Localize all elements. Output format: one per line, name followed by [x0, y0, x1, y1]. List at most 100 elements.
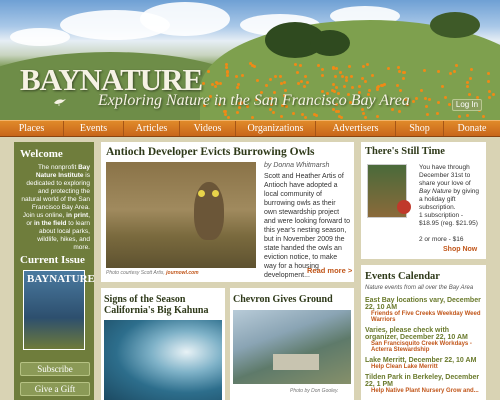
- nav-organizations[interactable]: Organizations: [236, 121, 316, 136]
- wave-photo[interactable]: [104, 320, 222, 400]
- nav-places[interactable]: Places: [0, 121, 64, 136]
- refinery-photo[interactable]: [233, 310, 351, 384]
- price-two: 2 or more - $16: [419, 236, 464, 243]
- tagline: Exploring Nature in the San Francisco Ba…: [98, 92, 410, 109]
- event-link[interactable]: San Francisquito Creek Workdays - Acterr…: [365, 341, 483, 353]
- poppy-flower: [387, 66, 391, 70]
- welcome-text: The nonprofit Bay Nature Institute is de…: [20, 164, 90, 252]
- poppy-flower: [362, 64, 366, 68]
- cloud: [10, 28, 70, 46]
- events-list: East Bay locations vary, December 22, 10…: [365, 297, 483, 398]
- nav-donate[interactable]: Donate: [444, 121, 500, 136]
- event-link[interactable]: Help Clean Lake Merritt: [365, 364, 483, 370]
- tree: [310, 30, 350, 56]
- login-button[interactable]: Log In: [452, 99, 482, 111]
- poppy-flower: [344, 78, 348, 82]
- welcome-title: Welcome: [20, 148, 63, 160]
- event-heading: Varies, please check with organizer, Dec…: [365, 327, 468, 341]
- event-heading: East Bay locations vary, December 22, 10…: [365, 297, 481, 311]
- list-item: Lake Merritt, December 22, 10 AM Help Cle…: [365, 357, 483, 370]
- nav-advertisers[interactable]: Advertisers: [316, 121, 396, 136]
- poppy-flower: [447, 102, 451, 106]
- story-credit: Photo by Don Gooley.: [290, 388, 339, 394]
- story-card: Signs of the Season California's Big Kah…: [101, 288, 225, 400]
- poppy-flower: [449, 71, 453, 75]
- list-item: Tilden Park in Berkeley, December 22, 1 …: [365, 374, 483, 394]
- nav-videos[interactable]: Videos: [180, 121, 236, 136]
- poppy-flower: [440, 84, 444, 88]
- events-title: Events Calendar: [365, 271, 440, 282]
- events-subtitle: Nature events from all over the Bay Area: [365, 285, 474, 291]
- poppy-flower: [280, 114, 283, 118]
- event-link[interactable]: Help Native Plant Nursery Grow and...: [365, 388, 483, 394]
- read-more-link[interactable]: Read more >: [307, 266, 352, 275]
- poppy-flower: [349, 74, 353, 78]
- poppy-flower: [419, 89, 423, 93]
- magazine-cover[interactable]: BAYNATURE: [23, 270, 95, 350]
- nav-shop[interactable]: Shop: [396, 121, 444, 136]
- story-title[interactable]: Signs of the Season California's Big Kah…: [104, 294, 224, 316]
- promo-title: There's Still Time: [365, 146, 445, 157]
- poppy-flower: [370, 73, 374, 77]
- poppy-flower: [486, 79, 490, 83]
- cover-title: BAYNATURE: [27, 273, 95, 285]
- feature-body: Scott and Heather Artis of Antioch have …: [264, 173, 350, 279]
- poppy-flower: [437, 100, 441, 104]
- poppy-flower: [224, 65, 228, 69]
- in-the-field-link[interactable]: in the field: [34, 220, 67, 227]
- poppy-flower: [219, 81, 223, 85]
- poppy-flower: [455, 63, 459, 67]
- poppy-flower: [304, 115, 308, 119]
- price-one: 1 subscription - $18.95 (reg. $21.95): [419, 212, 478, 227]
- poppy-flower: [427, 97, 431, 101]
- poppy-flower: [331, 82, 335, 86]
- nav-articles[interactable]: Articles: [124, 121, 180, 136]
- poppy-flower: [465, 84, 469, 88]
- owl-eye: [198, 190, 205, 197]
- feature-title[interactable]: Antioch Developer Evicts Burrowing Owls: [106, 146, 315, 158]
- poppy-flower: [491, 92, 495, 96]
- promo-text-part: You have through December 31st to share …: [419, 164, 471, 187]
- event-heading: Tilden Park in Berkeley, December 22, 1 …: [365, 374, 480, 388]
- give-gift-button[interactable]: Give a Gift: [20, 382, 90, 396]
- feature-credit: Photo courtesy Scott Artis, journowl.com: [106, 270, 199, 276]
- events-calendar: Events Calendar Nature events from all o…: [361, 265, 486, 400]
- poppy-flower: [271, 110, 275, 114]
- in-print-link[interactable]: in print: [66, 212, 88, 219]
- poppy-flower: [299, 63, 303, 67]
- nav-events[interactable]: Events: [64, 121, 124, 136]
- cloud: [140, 2, 230, 36]
- feature-byline: by Donna Whitmarsh: [264, 162, 330, 169]
- gift-promo: There's Still Time You have through Dece…: [361, 142, 486, 259]
- poppy-flower: [437, 69, 441, 73]
- poppy-flower: [470, 67, 474, 71]
- poppy-flower: [468, 76, 472, 80]
- poppy-flower: [333, 74, 337, 78]
- poppy-flower: [303, 74, 307, 78]
- credit-link[interactable]: journowl.com: [166, 270, 199, 276]
- tree: [430, 12, 480, 38]
- poppy-flower: [202, 81, 206, 85]
- event-heading: Lake Merritt, December 22, 10 AM: [365, 357, 477, 364]
- poppy-flower: [426, 112, 430, 116]
- story-card: Chevron Gives Ground Photo by Don Gooley…: [230, 288, 354, 400]
- poppy-flower: [226, 69, 230, 73]
- magazine-name: Bay Nature: [419, 188, 452, 195]
- poppy-flower: [317, 63, 320, 67]
- feature-story: Antioch Developer Evicts Burrowing Owls …: [101, 142, 354, 282]
- poppy-flower: [457, 115, 461, 119]
- poppy-flower: [395, 83, 399, 87]
- credit-text: Photo courtesy Scott Artis,: [106, 270, 167, 276]
- event-link[interactable]: Friends of Five Creeks Weekday Weed Warr…: [365, 311, 483, 323]
- site-header: BAYNATURE Exploring Nature in the San Fr…: [0, 0, 500, 120]
- promo-text: You have through December 31st to share …: [419, 164, 481, 212]
- subscribe-button[interactable]: Subscribe: [20, 362, 90, 376]
- holly-icon: [397, 200, 411, 214]
- welcome-text-part: The nonprofit: [37, 164, 79, 171]
- poppy-flower: [452, 70, 456, 73]
- owl-photo[interactable]: [106, 162, 256, 268]
- poppy-flower: [305, 81, 309, 85]
- poppy-flower: [338, 70, 342, 74]
- shop-now-link[interactable]: Shop Now: [443, 246, 477, 253]
- story-title[interactable]: Chevron Gives Ground: [233, 294, 333, 305]
